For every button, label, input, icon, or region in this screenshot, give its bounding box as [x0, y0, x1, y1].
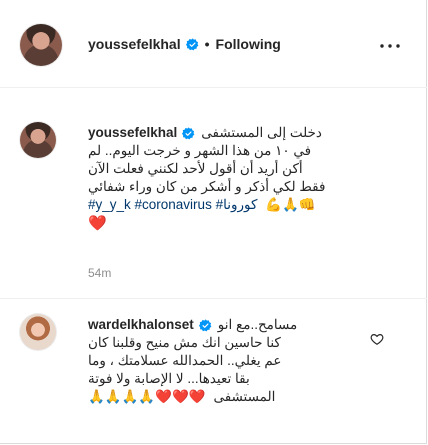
comment-line-2: كنا حاسين انك مش منيح وقلبنا كان	[88, 335, 281, 350]
caption-timestamp[interactable]: 54m	[88, 266, 111, 280]
caption-line-3: أكن أريد أن أقول لأحد لكنني فعلت الآن	[88, 161, 303, 176]
following-button[interactable]: Following	[216, 36, 281, 52]
post-header: youssefelkhal • Following	[0, 0, 427, 88]
comment-username[interactable]: wardelkhalonset	[88, 316, 194, 334]
divider	[0, 298, 427, 299]
comment-line-3: عم يغلي.. الحمدالله عسلامتك ، وما	[88, 353, 282, 368]
caption-username[interactable]: youssefelkhal	[88, 124, 177, 142]
verified-badge-icon	[185, 37, 198, 50]
comment-emojis: 🙏🙏🙏🙏❤️❤️❤️	[88, 389, 206, 405]
verified-badge-icon	[198, 318, 212, 331]
comment-line-5-text: المستشفى	[213, 389, 276, 404]
caption-line-2: في ١٠ من هذا الشهر و خرجت اليوم.. لم	[88, 143, 312, 158]
hashtags-link[interactable]: #y_y_k #coronavirus #كورونا	[88, 197, 257, 212]
caption-line-1: دخلت إلى المستشفى	[201, 125, 322, 140]
separator-dot: •	[204, 36, 210, 52]
header-username[interactable]: youssefelkhal	[88, 36, 181, 52]
heart-emoji: ❤️	[88, 214, 107, 232]
comment-line-5: 🙏🙏🙏🙏❤️❤️❤️ المستشفى	[88, 388, 363, 406]
comment-line-1: مسامح..مع انو	[217, 317, 298, 332]
caption-body: youssefelkhal دخلت إلى المستشفى في ١٠ من…	[88, 124, 368, 232]
more-horizontal-icon[interactable]	[380, 44, 400, 48]
caption-line-4: فقط لكي أذكر و أشكر من كان وراء شفائي	[88, 179, 326, 194]
caption-line-5: #y_y_k #coronavirus #كورونا 💪🙏👊	[88, 196, 368, 214]
comment-avatar[interactable]	[20, 314, 56, 350]
heart-outline-icon[interactable]	[370, 332, 384, 346]
comment-line-4: بقا تعيدها... لا الإصابة ولا فوتة	[88, 371, 250, 386]
avatar[interactable]	[20, 24, 62, 66]
verified-badge-icon	[182, 126, 195, 139]
emoji-group: 💪🙏👊	[265, 197, 316, 213]
comment-body: wardelkhalonset مسامح..مع انو كنا حاسين …	[88, 316, 363, 406]
caption-avatar[interactable]	[20, 122, 56, 158]
header-user-row: youssefelkhal • Following	[88, 36, 281, 52]
